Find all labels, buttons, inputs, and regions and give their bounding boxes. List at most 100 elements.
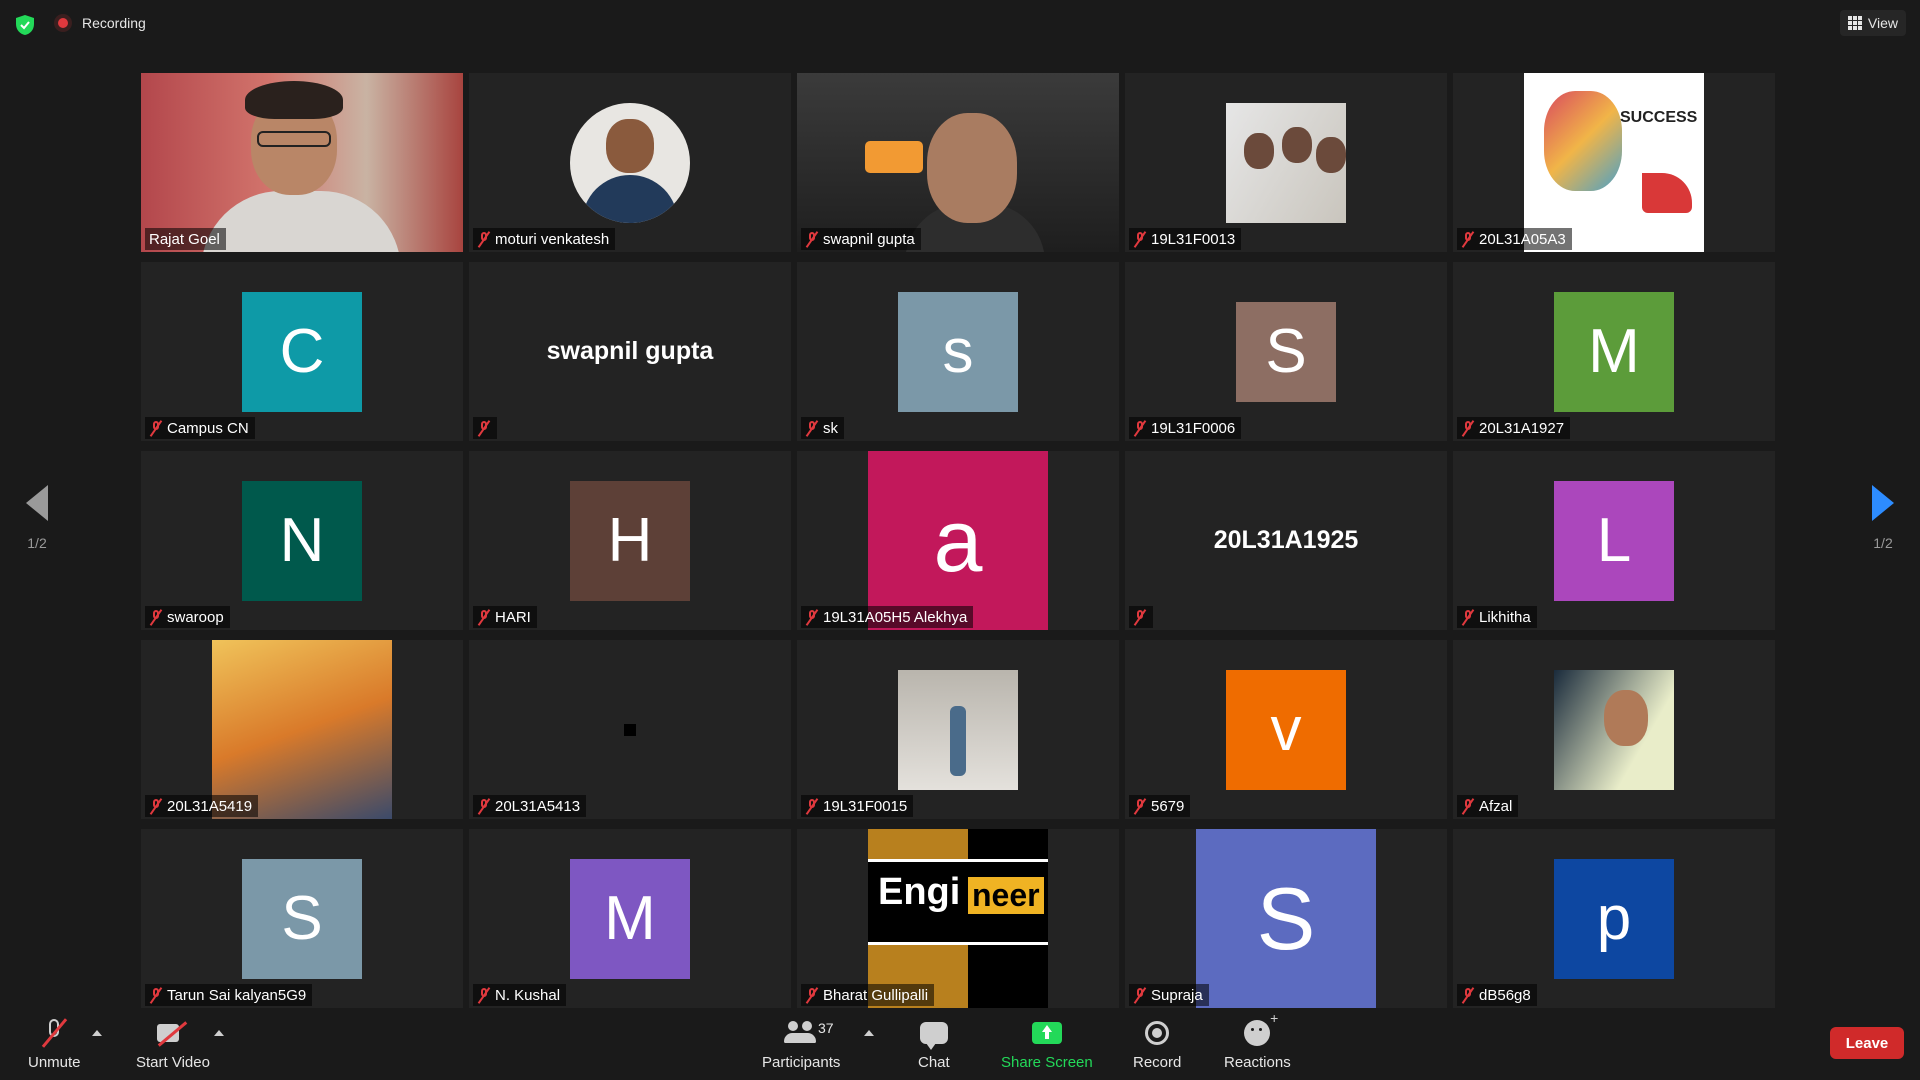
participant-name-tag: 20L31A1927 [1457,417,1571,439]
leave-button[interactable]: Leave [1830,1027,1904,1059]
muted-mic-icon [477,420,491,436]
participant-name-tag: 19L31F0013 [1129,228,1242,250]
participant-name-tag: 5679 [1129,795,1191,817]
page-indicator-left: 1/2 [27,535,47,551]
photo-text: neer [968,877,1044,914]
video-tile[interactable]: S Supraja [1125,829,1447,1008]
audio-options-caret-icon[interactable] [92,1030,102,1036]
participants-count: 37 [818,1020,834,1036]
muted-mic-icon [1461,231,1475,247]
record-label: Record [1133,1054,1182,1071]
participant-name: sk [823,419,838,437]
participant-name: 5679 [1151,797,1185,815]
avatar: s [898,291,1018,412]
participant-name-tag: Bharat Gullipalli [801,984,935,1006]
participant-name: Likhitha [1479,608,1531,626]
participant-name-tag: swaroop [145,606,230,628]
avatar: S [1196,829,1376,1008]
video-tile[interactable]: S 19L31F0006 [1125,262,1447,441]
muted-mic-icon [1461,609,1475,625]
photo-text: Engi [878,871,961,913]
participant-name: Campus CN [167,419,249,437]
video-tile[interactable]: Engi neer Bharat Gullipalli [797,829,1119,1008]
avatar: M [1554,291,1674,412]
participant-name-tag: Campus CN [145,417,255,439]
previous-page-button[interactable]: 1/2 [15,485,59,551]
participant-name: Rajat Goel [149,230,220,248]
video-tile[interactable]: 20L31A5413 [469,640,791,819]
video-tile[interactable]: a 19L31A05H5 Alekhya [797,451,1119,630]
start-video-button[interactable]: Start Video [136,1018,210,1071]
profile-photo [1554,669,1674,790]
start-video-label: Start Video [136,1054,210,1071]
muted-mic-icon [477,609,491,625]
arrow-left-icon [26,485,48,521]
participant-name-tag: 19L31F0006 [1129,417,1242,439]
participant-name: dB56g8 [1479,986,1531,1004]
recording-indicator[interactable]: Recording [54,14,146,32]
participant-name: 19L31A05H5 Alekhya [823,608,968,626]
share-screen-icon [1031,1022,1062,1044]
muted-mic-icon [149,987,163,1003]
unmute-button[interactable]: Unmute [28,1018,81,1071]
video-tile[interactable]: swapnil gupta [797,73,1119,252]
avatar: p [1554,858,1674,979]
video-options-caret-icon[interactable] [214,1030,224,1036]
muted-mic-icon [477,231,491,247]
participant-name: 20L31A05A3 [1479,230,1566,248]
video-tile[interactable]: Afzal [1453,640,1775,819]
video-tile[interactable]: Rajat Goel [141,73,463,252]
reactions-label: Reactions [1224,1054,1291,1071]
video-tile[interactable]: p dB56g8 [1453,829,1775,1008]
video-feed [141,73,463,252]
video-tile[interactable]: v 5679 [1125,640,1447,819]
video-tile[interactable]: S Tarun Sai kalyan5G9 [141,829,463,1008]
muted-mic-icon [1133,987,1147,1003]
avatar: H [570,480,690,601]
avatar: N [242,480,362,601]
video-tile[interactable]: L Likhitha [1453,451,1775,630]
video-tile[interactable]: SUCCESS 20L31A05A3 [1453,73,1775,252]
share-screen-label: Share Screen [1001,1054,1093,1071]
view-button[interactable]: View [1839,10,1906,36]
security-shield-icon[interactable] [14,14,36,36]
video-tile[interactable]: s sk [797,262,1119,441]
participants-options-caret-icon[interactable] [864,1030,874,1036]
reactions-button[interactable]: Reactions [1224,1010,1291,1071]
video-tile[interactable]: M 20L31A1927 [1453,262,1775,441]
participant-name: 20L31A5413 [495,797,581,815]
video-tile[interactable]: M N. Kushal [469,829,791,1008]
participants-icon [784,1021,818,1045]
muted-mic-icon [1133,420,1147,436]
muted-mic-icon [149,609,163,625]
participant-name-tag: 19L31F0015 [801,795,914,817]
video-tile[interactable]: N swaroop [141,451,463,630]
muted-mic-icon [1133,231,1147,247]
participant-name: 20L31A5419 [167,797,253,815]
video-tile[interactable]: 19L31F0015 [797,640,1119,819]
photo-text: SUCCESS [1620,109,1698,126]
video-tile[interactable]: swapnil gupta [469,262,791,441]
participant-name: Bharat Gullipalli [823,986,929,1004]
video-tile[interactable]: H HARI [469,451,791,630]
participant-name: 19L31F0006 [1151,419,1236,437]
video-tile[interactable]: 20L31A1925 [1125,451,1447,630]
share-screen-button[interactable]: Share Screen [1001,1018,1093,1071]
participant-name: moturi venkatesh [495,230,610,248]
video-tile[interactable]: 19L31F0013 [1125,73,1447,252]
chat-button[interactable]: Chat [918,1018,950,1071]
video-tile[interactable]: 20L31A5419 [141,640,463,819]
participants-label: Participants [762,1054,841,1071]
record-button[interactable]: Record [1133,1018,1181,1071]
participant-name: HARI [495,608,531,626]
video-tile[interactable]: C Campus CN [141,262,463,441]
participant-name-tag: Tarun Sai kalyan5G9 [145,984,313,1006]
muted-mic-icon [805,609,819,625]
reactions-icon [1244,1010,1278,1046]
participant-name: Tarun Sai kalyan5G9 [167,986,307,1004]
participant-name-tag: 20L31A5413 [473,795,587,817]
participant-name: 20L31A1927 [1479,419,1565,437]
next-page-button[interactable]: 1/2 [1861,485,1905,551]
video-tile[interactable]: moturi venkatesh [469,73,791,252]
muted-mic-icon [805,987,819,1003]
